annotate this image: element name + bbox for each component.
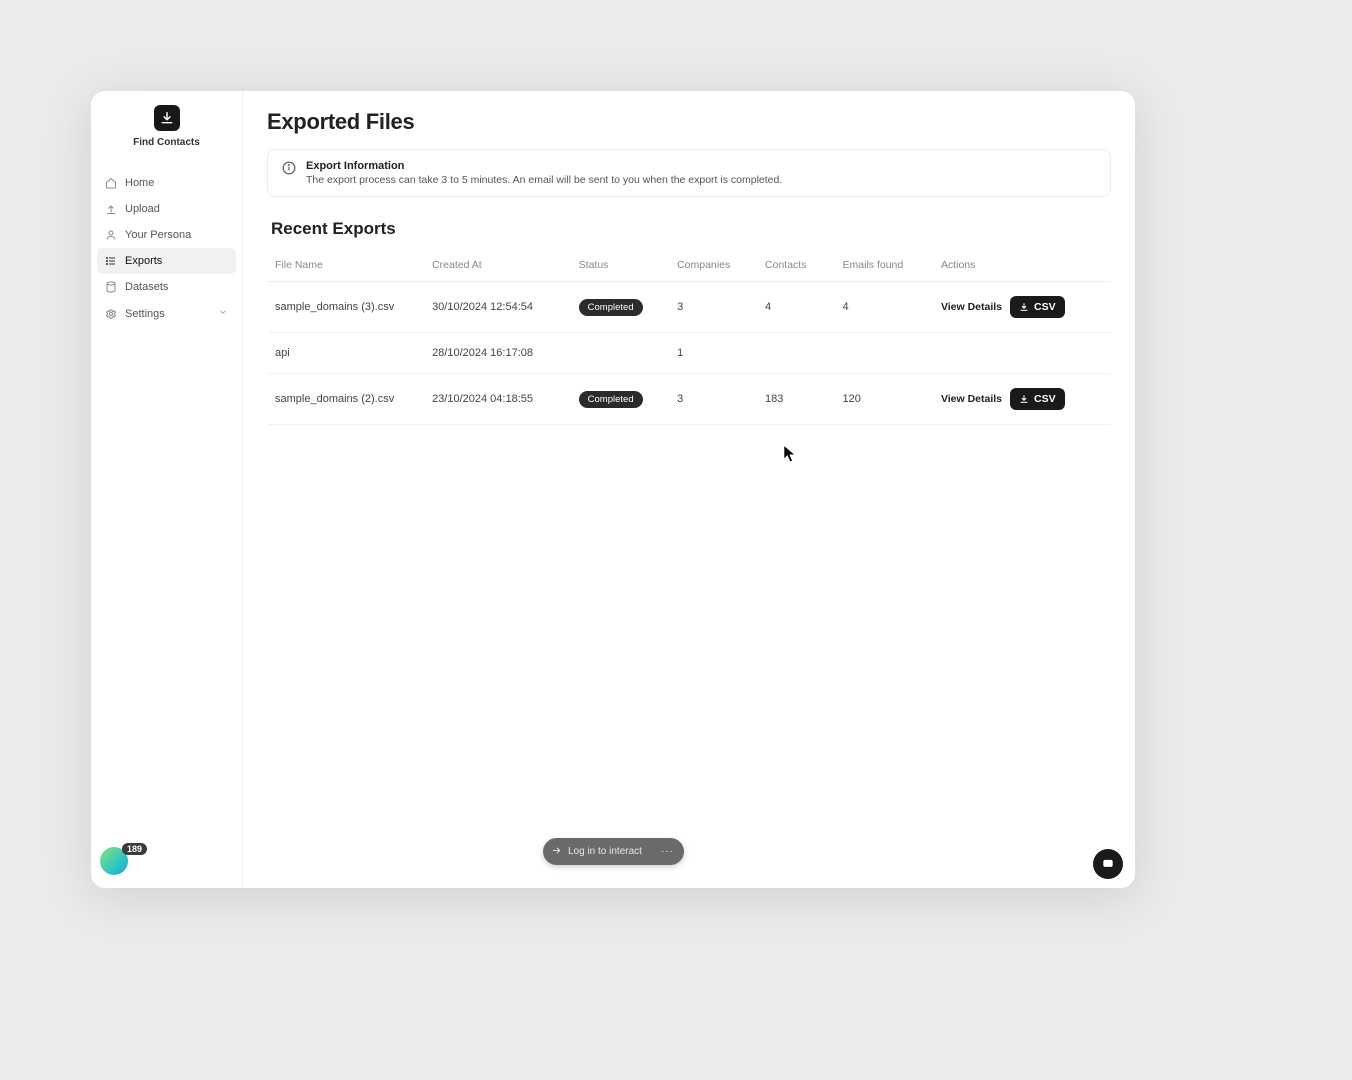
upload-icon — [105, 203, 117, 215]
sidebar-item-label: Datasets — [125, 281, 168, 293]
cell-contacts: 4 — [757, 282, 834, 333]
status-widget[interactable]: 189 — [100, 847, 147, 875]
th-status: Status — [571, 249, 669, 282]
cell-created: 28/10/2024 16:17:08 — [424, 333, 571, 374]
gear-icon — [105, 308, 117, 320]
th-emails: Emails found — [835, 249, 933, 282]
cell-status — [571, 333, 669, 374]
cell-created: 30/10/2024 12:54:54 — [424, 282, 571, 333]
status-count-badge: 189 — [122, 843, 147, 855]
logo-block: Find Contacts — [91, 105, 242, 148]
sidebar: Find Contacts Home Upload Your Persona — [91, 91, 243, 888]
download-icon — [160, 111, 174, 125]
cell-actions — [933, 333, 1111, 374]
sidebar-item-label: Upload — [125, 203, 160, 215]
th-created: Created At — [424, 249, 571, 282]
persona-icon — [105, 229, 117, 241]
cell-file: api — [267, 333, 424, 374]
sidebar-item-home[interactable]: Home — [97, 170, 236, 196]
info-body: The export process can take 3 to 5 minut… — [306, 174, 782, 186]
sidebar-item-persona[interactable]: Your Persona — [97, 222, 236, 248]
cell-actions: View Details CSV — [933, 282, 1111, 333]
cell-emails: 120 — [835, 374, 933, 425]
cursor-icon — [783, 444, 797, 464]
chevron-down-icon — [218, 307, 228, 320]
csv-download-button[interactable]: CSV — [1010, 296, 1065, 318]
sidebar-item-label: Settings — [125, 308, 165, 320]
arrow-right-icon — [551, 845, 562, 859]
login-pill[interactable]: Log in to interact ··· — [543, 838, 684, 865]
home-icon — [105, 177, 117, 189]
th-actions: Actions — [933, 249, 1111, 282]
cell-actions: View Details CSV — [933, 374, 1111, 425]
export-info-box: Export Information The export process ca… — [267, 149, 1111, 197]
cell-emails: 4 — [835, 282, 933, 333]
ellipsis-icon: ··· — [661, 846, 674, 857]
sidebar-item-label: Home — [125, 177, 154, 189]
cell-companies: 1 — [669, 333, 757, 374]
database-icon — [105, 281, 117, 293]
login-pill-label: Log in to interact — [568, 846, 642, 857]
th-contacts: Contacts — [757, 249, 834, 282]
sidebar-item-exports[interactable]: Exports — [97, 248, 236, 274]
download-icon — [1019, 394, 1029, 404]
csv-download-button[interactable]: CSV — [1010, 388, 1065, 410]
chat-icon — [1101, 857, 1115, 871]
status-badge: Completed — [579, 391, 643, 408]
cell-companies: 3 — [669, 282, 757, 333]
cell-status: Completed — [571, 374, 669, 425]
sidebar-item-settings[interactable]: Settings — [97, 300, 236, 327]
sidebar-item-label: Exports — [125, 255, 162, 267]
app-logo — [154, 105, 180, 131]
sidebar-item-upload[interactable]: Upload — [97, 196, 236, 222]
main-content: Exported Files Export Information The ex… — [243, 91, 1135, 888]
status-badge: Completed — [579, 299, 643, 316]
th-companies: Companies — [669, 249, 757, 282]
info-text: Export Information The export process ca… — [306, 160, 782, 186]
section-title: Recent Exports — [271, 219, 1111, 239]
table-row: sample_domains (3).csv30/10/2024 12:54:5… — [267, 282, 1111, 333]
sidebar-item-datasets[interactable]: Datasets — [97, 274, 236, 300]
exports-table: File Name Created At Status Companies Co… — [267, 249, 1111, 425]
download-icon — [1019, 302, 1029, 312]
list-icon — [105, 255, 117, 267]
th-file: File Name — [267, 249, 424, 282]
app-name: Find Contacts — [133, 137, 200, 148]
cell-contacts: 183 — [757, 374, 834, 425]
chat-launcher[interactable] — [1093, 849, 1123, 879]
cell-created: 23/10/2024 04:18:55 — [424, 374, 571, 425]
info-icon — [282, 161, 296, 175]
cell-companies: 3 — [669, 374, 757, 425]
table-header-row: File Name Created At Status Companies Co… — [267, 249, 1111, 282]
nav: Home Upload Your Persona Exports — [91, 170, 242, 327]
cell-emails — [835, 333, 933, 374]
page-title: Exported Files — [267, 109, 1111, 135]
app-window: Find Contacts Home Upload Your Persona — [91, 91, 1135, 888]
table-row: api28/10/2024 16:17:08 1 — [267, 333, 1111, 374]
view-details-link[interactable]: View Details — [941, 301, 1002, 313]
table-row: sample_domains (2).csv23/10/2024 04:18:5… — [267, 374, 1111, 425]
cell-contacts — [757, 333, 834, 374]
sidebar-item-label: Your Persona — [125, 229, 191, 241]
view-details-link[interactable]: View Details — [941, 393, 1002, 405]
cell-file: sample_domains (3).csv — [267, 282, 424, 333]
cell-file: sample_domains (2).csv — [267, 374, 424, 425]
info-title: Export Information — [306, 160, 782, 172]
cell-status: Completed — [571, 282, 669, 333]
